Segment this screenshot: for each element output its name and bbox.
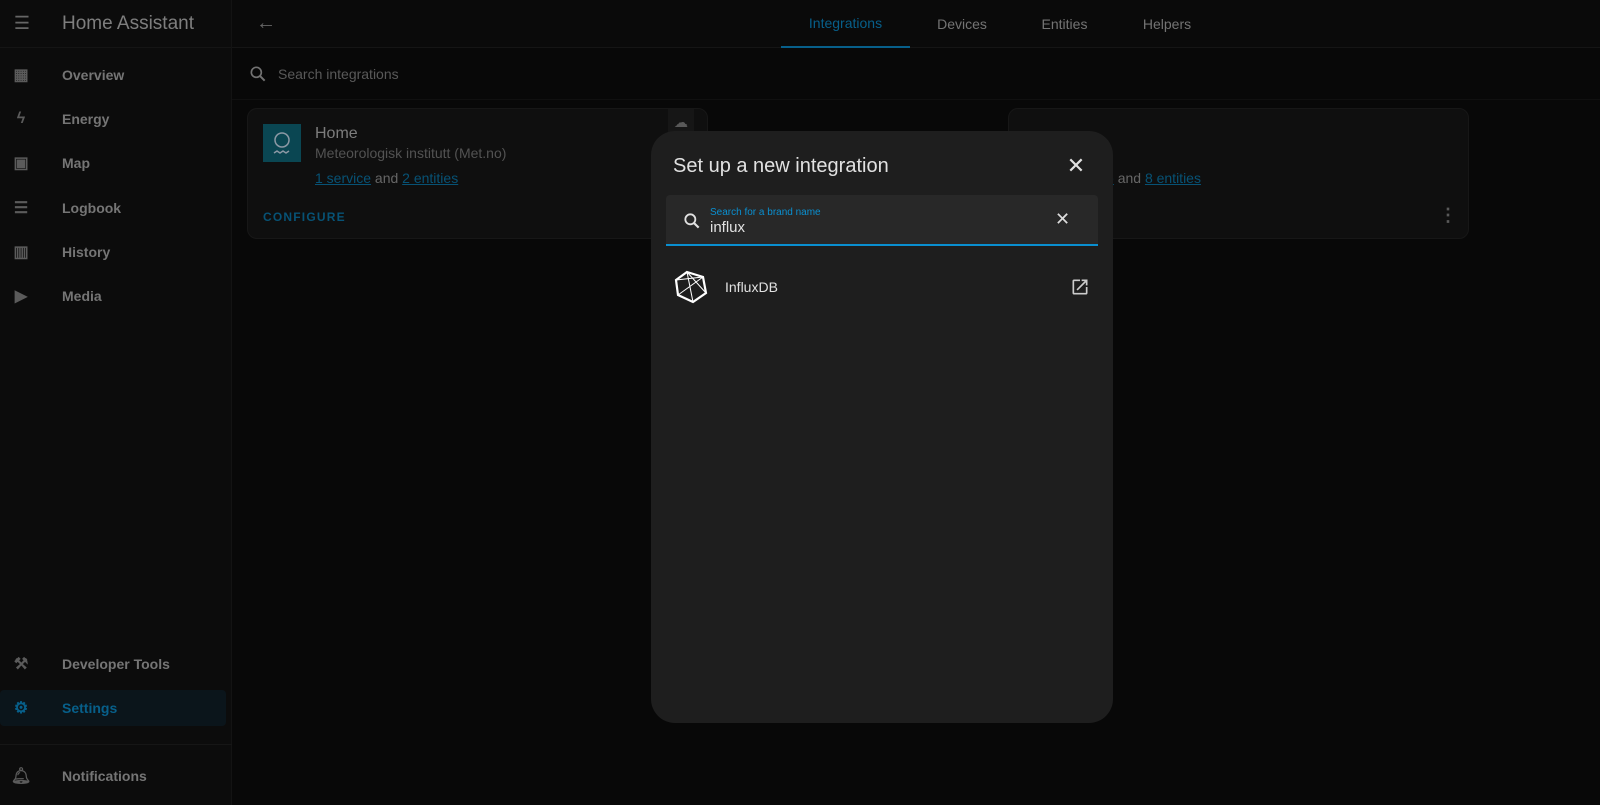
close-icon[interactable]: ✕ (1063, 153, 1089, 179)
result-name: InfluxDB (725, 279, 778, 295)
open-in-new-icon[interactable] (1070, 277, 1090, 297)
search-label: Search for a brand name (710, 207, 821, 218)
clear-icon[interactable]: ✕ (1055, 209, 1070, 230)
setup-integration-dialog: Set up a new integration ✕ Search for a … (651, 131, 1113, 723)
dialog-title: Set up a new integration (673, 155, 889, 177)
influxdb-logo (674, 270, 708, 304)
result-item-influxdb[interactable]: InfluxDB (651, 266, 1113, 308)
brand-search-field[interactable]: Search for a brand name ✕ (666, 195, 1098, 246)
search-icon (684, 213, 700, 229)
brand-search-input[interactable] (710, 219, 1030, 236)
